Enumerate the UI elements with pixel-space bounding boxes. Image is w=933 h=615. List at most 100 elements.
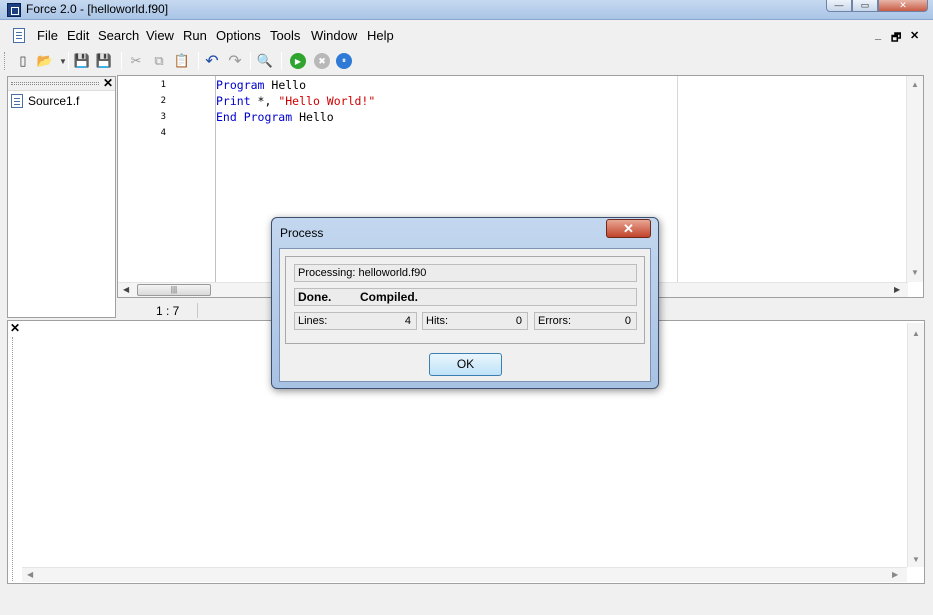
undo-icon[interactable]: ↶ — [203, 52, 221, 70]
menu-tools[interactable]: Tools — [270, 28, 300, 43]
copy-icon[interactable]: ⧉ — [150, 52, 168, 70]
toolbar-separator — [198, 52, 199, 70]
menu-edit[interactable]: Edit — [67, 28, 89, 43]
cut-icon[interactable]: ✂ — [127, 52, 145, 70]
scroll-right-icon[interactable]: ▶ — [892, 570, 898, 579]
file-name: Source1.f — [28, 94, 80, 108]
line-number: 3 — [160, 112, 166, 122]
menu-help[interactable]: Help — [367, 28, 394, 43]
mdi-minimize-button[interactable]: _ — [875, 29, 881, 41]
output-horizontal-scrollbar[interactable]: ◀ ▶ — [22, 567, 907, 582]
open-icon[interactable]: 📂 — [36, 52, 54, 70]
scroll-up-icon[interactable]: ▲ — [911, 80, 919, 89]
code-text: *, — [250, 94, 279, 108]
compiled-text: Compiled. — [360, 290, 419, 304]
edge-marker — [677, 76, 678, 282]
paste-icon[interactable]: 📋 — [173, 52, 191, 70]
hits-value: 0 — [515, 315, 522, 327]
toolbar-separator — [121, 52, 122, 70]
dialog-close-button[interactable]: ✕ — [606, 219, 651, 238]
panel-grip[interactable] — [11, 82, 99, 85]
stop-icon[interactable]: ✖ — [314, 53, 330, 69]
menu-options[interactable]: Options — [216, 28, 261, 43]
dialog-title: Process — [280, 226, 324, 240]
new-icon[interactable]: ▯ — [14, 52, 32, 70]
pause-icon[interactable]: ⏸ — [336, 53, 352, 69]
toolbar: ▯ 📂 ▼ 💾 💾 ✂ ⧉ 📋 ↶ ↷ 🔍 ▶ ✖ ⏸ — [0, 49, 933, 73]
code-line[interactable]: Program Hello — [216, 78, 306, 92]
status-divider — [197, 303, 198, 318]
menu-run[interactable]: Run — [183, 28, 207, 43]
string-literal: "Hello World!" — [278, 94, 376, 108]
close-button[interactable]: ✕ — [878, 0, 928, 12]
lines-label: Lines: — [298, 315, 328, 327]
scroll-up-icon[interactable]: ▲ — [912, 329, 920, 338]
toolbar-separator — [281, 52, 282, 70]
hits-label: Hits: — [426, 315, 448, 327]
menu-view[interactable]: View — [146, 28, 174, 43]
editor-vertical-scrollbar[interactable]: ▲ ▼ — [906, 76, 923, 282]
file-panel-header: ✕ — [8, 76, 115, 91]
menu-file[interactable]: File — [37, 28, 58, 43]
run-icon[interactable]: ▶ — [290, 53, 306, 69]
ok-button[interactable]: OK — [429, 353, 502, 376]
cursor-position: 1 : 7 — [156, 304, 180, 318]
code-line[interactable]: Print *, "Hello World!" — [216, 94, 375, 108]
keyword: End Program — [216, 110, 293, 124]
dialog-body: Processing: helloworld.f90 Done. Compile… — [279, 248, 651, 382]
scroll-right-icon[interactable]: ▶ — [894, 285, 900, 294]
app-icon[interactable] — [7, 3, 21, 17]
save-icon[interactable]: 💾 — [73, 52, 91, 70]
scroll-down-icon[interactable]: ▼ — [911, 268, 919, 277]
output-vertical-scrollbar[interactable]: ▲ ▼ — [907, 323, 924, 567]
result-status: Done. Compiled. — [294, 288, 637, 306]
find-icon[interactable]: 🔍 — [256, 52, 274, 70]
hits-field: Hits: 0 — [422, 312, 528, 330]
line-number-gutter: 1 2 3 4 — [118, 76, 172, 282]
file-panel-close-icon[interactable]: ✕ — [103, 76, 113, 90]
save-all-icon[interactable]: 💾 — [95, 52, 113, 70]
scroll-left-icon[interactable]: ◀ — [123, 285, 129, 294]
line-number: 1 — [160, 80, 166, 90]
processing-text: Processing: helloworld.f90 — [298, 267, 427, 279]
title-bar: Force 2.0 - [helloworld.f90] — ▭ ✕ — [0, 0, 933, 20]
toolbar-separator — [68, 52, 69, 70]
keyword: Print — [216, 94, 251, 108]
code-text: Hello — [264, 78, 307, 92]
document-icon[interactable] — [13, 28, 25, 43]
code-text: Hello — [292, 110, 334, 124]
lines-value: 4 — [404, 315, 411, 327]
done-text: Done. — [298, 290, 332, 304]
output-close-icon[interactable]: ✕ — [10, 321, 20, 335]
processing-status: Processing: helloworld.f90 — [294, 264, 637, 282]
maximize-button[interactable]: ▭ — [852, 0, 878, 12]
scroll-down-icon[interactable]: ▼ — [912, 555, 920, 564]
line-number: 2 — [160, 96, 166, 106]
scroll-thumb[interactable]: ||| — [137, 284, 211, 296]
code-line[interactable]: End Program Hello — [216, 110, 334, 124]
resize-grip-icon[interactable] — [919, 598, 931, 610]
output-grip[interactable] — [12, 337, 15, 581]
line-number: 4 — [160, 128, 166, 138]
mdi-close-button[interactable]: ✕ — [910, 29, 919, 42]
menu-search[interactable]: Search — [98, 28, 139, 43]
open-dropdown-icon[interactable]: ▼ — [54, 52, 72, 70]
lines-field: Lines: 4 — [294, 312, 417, 330]
minimize-button[interactable]: — — [826, 0, 852, 12]
mdi-restore-button[interactable]: 🗗 — [891, 29, 901, 48]
process-dialog: Process ✕ Processing: helloworld.f90 Don… — [271, 217, 659, 389]
toolbar-separator — [250, 52, 251, 70]
source-file-icon — [11, 94, 23, 108]
file-panel: ✕ Source1.f — [7, 76, 116, 318]
errors-label: Errors: — [538, 315, 571, 327]
window-title: Force 2.0 - [helloworld.f90] — [26, 2, 169, 16]
menu-bar: File Edit Search View Run Options Tools … — [0, 25, 933, 47]
keyword: Program — [216, 78, 265, 92]
file-item[interactable]: Source1.f — [11, 94, 79, 108]
scroll-left-icon[interactable]: ◀ — [27, 570, 33, 579]
toolbar-grip[interactable] — [4, 52, 7, 70]
redo-icon[interactable]: ↷ — [226, 52, 244, 70]
errors-value: 0 — [624, 315, 631, 327]
process-info-group: Processing: helloworld.f90 Done. Compile… — [285, 256, 645, 344]
menu-window[interactable]: Window — [311, 28, 357, 43]
